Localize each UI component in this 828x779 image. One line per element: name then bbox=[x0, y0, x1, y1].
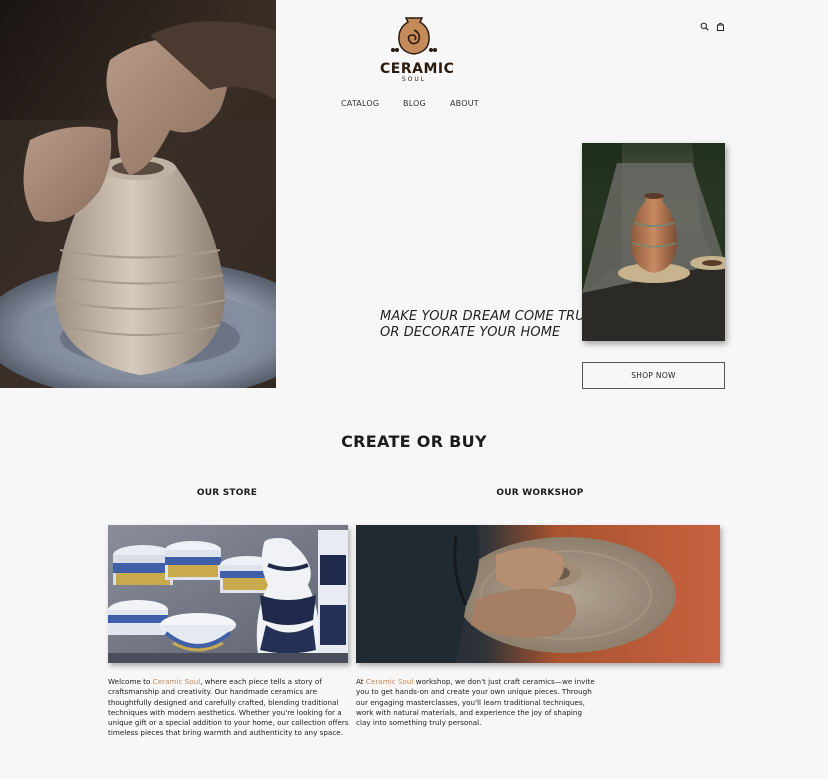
header-icons bbox=[700, 16, 725, 31]
brand-name: CERAMIC bbox=[380, 61, 455, 77]
store-brand-link[interactable]: Ceramic Soul bbox=[153, 677, 201, 686]
tagline-line-2: OR DECORATE YOUR HOME bbox=[380, 325, 561, 340]
vase-logo-icon bbox=[391, 17, 437, 55]
shopping-bag-icon[interactable] bbox=[716, 16, 725, 31]
nav-item-catalog[interactable]: CATALOG bbox=[341, 99, 401, 108]
store-ceramics-photo[interactable] bbox=[108, 525, 348, 663]
hero-pottery-photo bbox=[0, 0, 276, 388]
shop-now-button[interactable]: SHOP NOW bbox=[582, 362, 725, 389]
workshop-photo[interactable] bbox=[356, 525, 720, 663]
section-title: CREATE OR BUY bbox=[341, 432, 487, 451]
store-description: Welcome to Ceramic Soul, where each piec… bbox=[108, 677, 350, 739]
workshop-text-intro: At bbox=[356, 677, 366, 686]
featured-vase-photo bbox=[582, 143, 725, 341]
store-title: OUR STORE bbox=[196, 488, 258, 498]
search-icon[interactable] bbox=[700, 16, 709, 31]
brand-logo[interactable]: CERAMIC SOUL bbox=[380, 16, 455, 84]
brand-subtitle: SOUL bbox=[401, 76, 427, 83]
workshop-description: At Ceramic Soul workshop, we don't just … bbox=[356, 677, 596, 728]
workshop-brand-link[interactable]: Ceramic Soul bbox=[366, 677, 414, 686]
hero-tagline: MAKE YOUR DREAM COME TRUE OR DECORATE YO… bbox=[380, 309, 593, 341]
store-text-body: , where each piece tells a story of craf… bbox=[108, 677, 349, 738]
nav-item-about[interactable]: ABOUT bbox=[450, 99, 490, 108]
nav-item-blog[interactable]: BLOG bbox=[403, 99, 443, 108]
tagline-line-1: MAKE YOUR DREAM COME TRUE bbox=[380, 309, 594, 324]
workshop-title: OUR WORKSHOP bbox=[496, 488, 584, 498]
store-text-intro: Welcome to bbox=[108, 677, 153, 686]
